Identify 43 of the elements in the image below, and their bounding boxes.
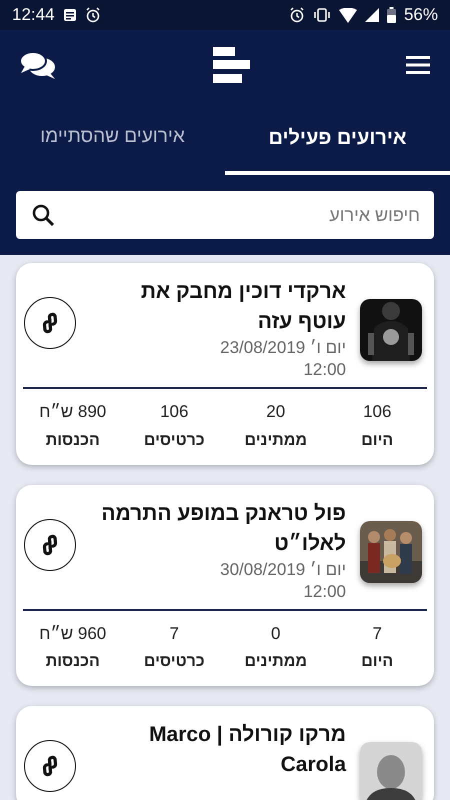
stat-label: כרטיסים <box>144 652 205 672</box>
vibrate-icon <box>312 7 331 23</box>
wifi-icon <box>338 8 357 22</box>
tab[interactable]: אירועים פעילים <box>225 100 450 175</box>
stat-value: 20 <box>266 401 286 423</box>
chat-icon[interactable] <box>20 50 56 80</box>
event-date: יום ו׳ 23/08/2019 <box>220 337 346 359</box>
notification-icon <box>62 8 77 22</box>
menu-icon[interactable] <box>406 56 430 74</box>
stat-label: היום <box>361 430 394 450</box>
link-button[interactable] <box>24 297 76 349</box>
battery-icon <box>386 7 396 23</box>
stat-value: 106 <box>160 401 188 423</box>
stat-value: 106 <box>363 401 392 423</box>
tab[interactable]: אירועים שהסתיימו <box>0 100 225 175</box>
event-title: ארקדי דוכין מחבק את עוטף עזה <box>140 279 346 335</box>
event-time: 12:00 <box>303 359 346 381</box>
stat-label: הכנסות <box>46 430 100 450</box>
stat-value: 960 ש״ח <box>39 622 106 644</box>
stat-label: כרטיסים <box>144 430 205 450</box>
alarm-icon <box>84 7 101 23</box>
signal-icon <box>364 8 379 22</box>
event-time: 12:00 <box>303 580 346 602</box>
logo-icon <box>212 47 250 83</box>
status-time: 12:44 <box>12 4 55 26</box>
link-button[interactable] <box>24 518 76 570</box>
stat-value: 7 <box>372 622 382 644</box>
stat-value: 7 <box>170 622 179 644</box>
search-icon <box>32 204 54 226</box>
stat-label: ממתינים <box>244 652 307 672</box>
event-title: פול טראנק במופע התרמה לאלו״ט <box>101 500 346 556</box>
stat-label: הכנסות <box>46 652 100 672</box>
alarm-icon <box>288 7 305 23</box>
battery-percent: 56% <box>404 4 438 26</box>
stat-label: היום <box>361 652 394 672</box>
link-button[interactable] <box>24 740 76 792</box>
event-card[interactable]: מרקו קורולה | Marco Carola <box>16 706 434 800</box>
event-date: יום ו׳ 30/08/2019 <box>220 558 346 580</box>
stat-value: 890 ש״ח <box>39 401 106 423</box>
stat-label: ממתינים <box>244 430 307 450</box>
event-title: מרקו קורולה | Marco Carola <box>148 722 346 778</box>
stat-value: 0 <box>271 622 280 644</box>
search-field[interactable]: חיפוש אירוע <box>16 191 434 239</box>
